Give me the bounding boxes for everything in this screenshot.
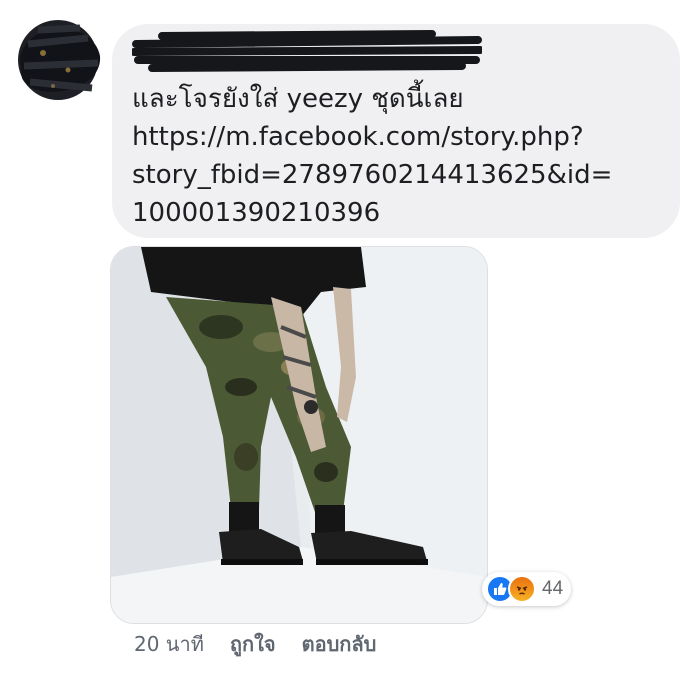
- comment-link-line[interactable]: https://m.facebook.com/story.php?: [132, 118, 672, 156]
- comment-link-line[interactable]: 100001390210396: [132, 194, 672, 232]
- comment-text-line: และโจรยังใส่ yeezy ชุดนี้เลย: [132, 84, 464, 114]
- comment-bubble: และโจรยังใส่ yeezy ชุดนี้เลย https://m.f…: [112, 24, 680, 238]
- like-button[interactable]: ถูกใจ: [230, 628, 276, 660]
- reply-button[interactable]: ตอบกลับ: [302, 628, 377, 660]
- comment-link-line[interactable]: story_fbid=2789760214413625&id=: [132, 156, 672, 194]
- comment-meta: 20 นาที ถูกใจ ตอบกลับ: [134, 628, 376, 660]
- reaction-count: 44: [542, 578, 564, 599]
- angry-icon: [508, 575, 536, 603]
- photo-icon: [111, 247, 487, 623]
- reactions-summary[interactable]: 44: [482, 572, 572, 606]
- commenter-name-redacted[interactable]: [130, 30, 484, 74]
- comment-text: และโจรยังใส่ yeezy ชุดนี้เลย https://m.f…: [132, 80, 672, 232]
- avatar-redacted[interactable]: [8, 8, 108, 108]
- comment-timestamp[interactable]: 20 นาที: [134, 628, 204, 660]
- comment-screen: และโจรยังใส่ yeezy ชุดนี้เลย https://m.f…: [0, 0, 700, 680]
- attached-photo[interactable]: [110, 246, 488, 624]
